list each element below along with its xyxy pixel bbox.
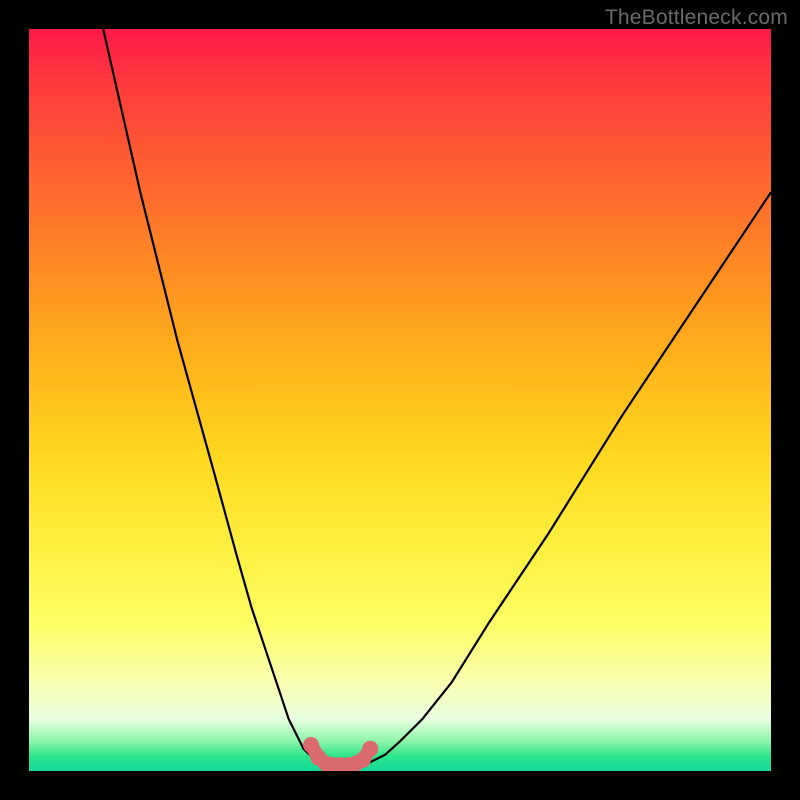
watermark-text: TheBottleneck.com (605, 6, 788, 30)
valley-marker-dot (362, 741, 378, 757)
valley-markers (303, 737, 378, 771)
chart-svg (29, 29, 771, 771)
plot-area (29, 29, 771, 771)
right-curve (363, 192, 771, 765)
left-curve (103, 29, 326, 765)
outer-frame: TheBottleneck.com (0, 0, 800, 800)
